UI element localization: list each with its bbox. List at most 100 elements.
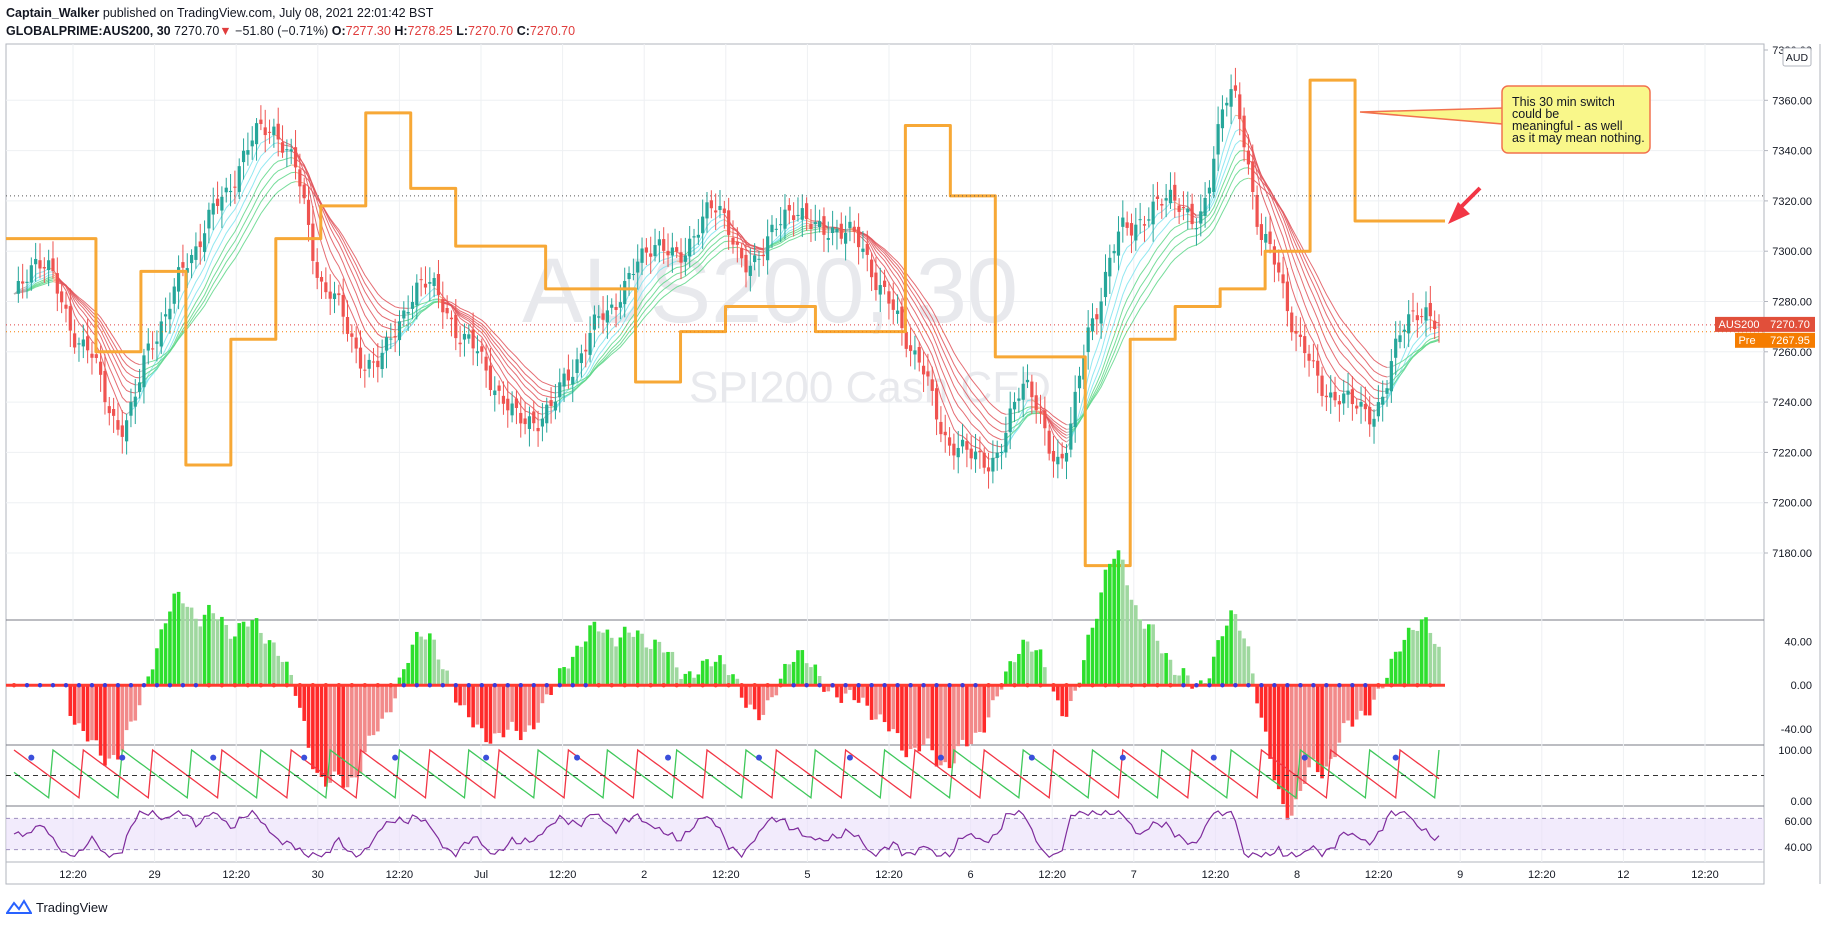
histogram-bar [81, 685, 86, 732]
squeeze-dot [596, 683, 601, 688]
candle-body [1043, 410, 1047, 429]
squeeze-dot [791, 683, 796, 688]
histogram-bar [272, 642, 276, 686]
candle-body [510, 403, 514, 416]
histogram-bar [384, 685, 389, 713]
histogram-bar [939, 685, 943, 766]
candle-body [1307, 353, 1311, 361]
candle-body [1329, 392, 1333, 398]
time-label: 12:20 [1691, 869, 1719, 881]
histogram-bar [332, 685, 337, 772]
candle-body [584, 349, 588, 352]
stoch-signal-dot [1392, 754, 1399, 761]
histogram-bar [1311, 685, 1316, 760]
candle-body [1285, 281, 1290, 312]
ema-line [1070, 167, 1249, 430]
candle-body [211, 203, 215, 215]
histogram-bar [302, 685, 306, 721]
candle-body [1298, 334, 1302, 337]
squeeze-dot [583, 683, 588, 688]
stoch-signal-dot [937, 754, 944, 761]
histogram-bar [1359, 685, 1363, 711]
time-label: 12:20 [712, 869, 740, 881]
candle-body [895, 310, 900, 314]
candle-body [81, 339, 85, 347]
time-label: 8 [1294, 869, 1300, 881]
price-axis[interactable]: 7380.007360.007340.007320.007300.007280.… [1764, 45, 1812, 560]
histogram-bar [978, 685, 982, 732]
candle-body [1125, 222, 1129, 228]
histogram-bar [345, 685, 350, 788]
histogram-bar [159, 629, 164, 686]
histogram-bar [172, 593, 177, 686]
candle-body [103, 370, 107, 403]
candle-body [926, 371, 930, 377]
candle-body [536, 427, 540, 432]
histogram-bar [804, 663, 809, 686]
histogram-bar [887, 685, 891, 732]
squeeze-dot [713, 683, 718, 688]
squeeze-dot [557, 683, 562, 688]
time-label: 12:20 [875, 869, 903, 881]
squeeze-dot [518, 683, 523, 688]
tradingview-logo[interactable]: TradingView [6, 899, 108, 915]
candle-body [939, 421, 943, 435]
candle-body [627, 272, 631, 280]
candle-body [1164, 198, 1168, 201]
histogram-bar [995, 685, 1000, 697]
histogram-bar [354, 685, 358, 778]
histogram-bar [674, 667, 679, 686]
candle-body [467, 334, 471, 339]
candle-body [1129, 223, 1134, 236]
squeeze-dot [817, 683, 822, 688]
candle-body [1437, 324, 1441, 326]
squeeze-dot [505, 683, 510, 688]
candle-body [376, 360, 380, 368]
chart-canvas[interactable]: AUS200, 30 SPI200 Cash CFD This 30 min s… [0, 0, 1828, 929]
histogram-bar [1095, 618, 1099, 686]
squeeze-dot [1311, 683, 1316, 688]
squeeze-dot [1077, 683, 1082, 688]
histogram-bar [181, 603, 185, 686]
candle-body [562, 373, 566, 387]
histogram-bar [869, 685, 874, 720]
candle-body [1051, 450, 1056, 462]
candle-body [1112, 250, 1116, 254]
candle-body [289, 149, 293, 152]
candle-body [1160, 203, 1164, 206]
last-badge-value: 7270.70 [1770, 319, 1810, 331]
squeeze-dot [1272, 683, 1277, 688]
histogram-bar [1337, 685, 1342, 743]
histogram-bar [471, 685, 475, 728]
candle-body [406, 312, 410, 314]
time-axis[interactable]: 12:20 29 12:20 30 12:20 Jul 12:20 2 12:20 5 12:20 6… [59, 869, 1719, 881]
histogram-bar [103, 685, 107, 766]
histogram-bar [1004, 671, 1008, 686]
histogram-bar [492, 685, 497, 734]
candle-body [1242, 115, 1246, 148]
squeeze-dot [1129, 683, 1134, 688]
squeeze-dot [1025, 683, 1030, 688]
histogram-bar [116, 685, 120, 760]
candle-body [1290, 312, 1294, 333]
histogram-bar [1406, 627, 1411, 686]
candle-body [848, 221, 852, 228]
candle-body [436, 273, 441, 295]
candle-body [766, 236, 770, 261]
candle-body [1138, 219, 1142, 221]
histogram-bar [622, 626, 627, 686]
stoch-signal-dot [392, 754, 399, 761]
histogram-bar [666, 651, 670, 686]
histogram-bar [168, 611, 172, 686]
candle-body [423, 283, 428, 288]
time-label: 12:20 [222, 869, 250, 881]
candle-body [1168, 189, 1173, 204]
candle-body [1420, 316, 1424, 318]
histogram-bar [956, 685, 961, 747]
squeeze-dot [726, 683, 731, 688]
histogram-bar [1060, 685, 1064, 717]
candle-body [1368, 406, 1372, 425]
squeeze-dot [1155, 683, 1160, 688]
histogram-bar [1272, 685, 1277, 781]
squeeze-dot [609, 683, 614, 688]
